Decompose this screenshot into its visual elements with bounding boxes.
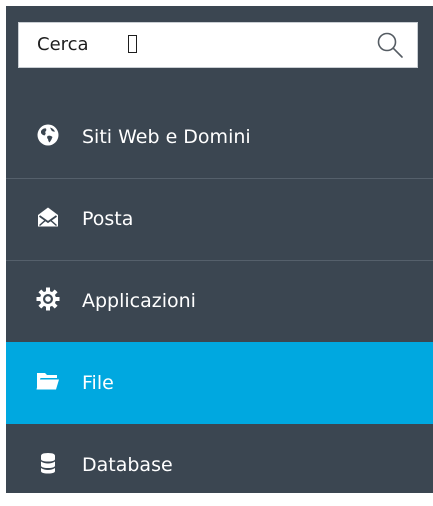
search-icon[interactable]: [375, 30, 405, 60]
sidebar-nav: Siti Web e Domini Posta Applicazioni Fil…: [6, 96, 433, 506]
text-cursor: [128, 35, 137, 53]
sidebar-panel: Siti Web e Domini Posta: [6, 6, 433, 493]
sidebar-item-applications[interactable]: Applicazioni: [6, 260, 433, 342]
gear-icon: [36, 287, 60, 311]
search-input[interactable]: [19, 23, 377, 67]
sidebar-item-label: File: [82, 372, 114, 394]
sidebar-item-label: Applicazioni: [82, 290, 196, 312]
search-box: [18, 22, 418, 68]
sidebar-item-database[interactable]: Database: [6, 424, 433, 506]
sidebar-item-label: Posta: [82, 208, 134, 230]
mail-icon: [38, 207, 58, 227]
sidebar-item-websites-domains[interactable]: Siti Web e Domini: [6, 96, 433, 178]
sidebar-item-label: Siti Web e Domini: [82, 126, 251, 148]
sidebar-item-file[interactable]: File: [6, 342, 433, 424]
globe-icon: [37, 124, 59, 146]
search-area: [6, 6, 433, 90]
database-icon: [41, 453, 55, 474]
sidebar-item-label: Database: [82, 454, 173, 476]
folder-icon: [36, 373, 59, 390]
sidebar-item-mail[interactable]: Posta: [6, 178, 433, 260]
